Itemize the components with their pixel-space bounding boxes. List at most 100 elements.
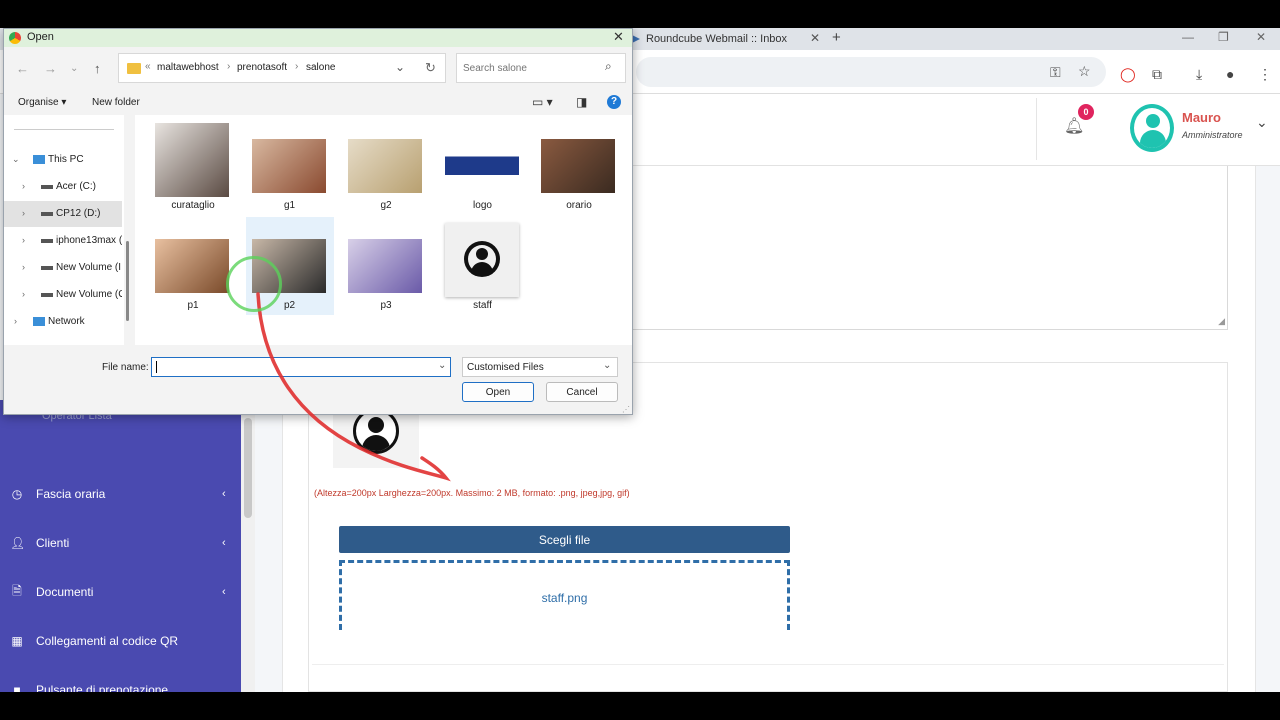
dialog-close-icon[interactable]: ✕ — [613, 29, 624, 45]
file-item-p1[interactable]: p1 — [149, 217, 237, 315]
resize-grip-icon[interactable]: ◢ — [1218, 316, 1225, 327]
view-options-icon[interactable]: ▭ ▾ — [532, 95, 553, 109]
drive-icon — [41, 239, 53, 243]
search-box[interactable]: ⌕ — [456, 53, 626, 83]
nav-item[interactable]: › iphone13max ( — [4, 228, 122, 254]
opera-icon[interactable]: ◯ — [1120, 66, 1136, 83]
menu-dots-icon[interactable]: ⋮ — [1258, 66, 1272, 83]
breadcrumb-salone[interactable]: salone — [306, 62, 335, 73]
password-key-icon[interactable]: ⚿ — [1050, 64, 1061, 81]
back-arrow-icon[interactable]: ← — [16, 61, 29, 76]
file-item-g2[interactable]: g2 — [342, 117, 430, 215]
extensions-icon[interactable]: ⧉ — [1152, 66, 1162, 83]
file-drop-zone[interactable]: staff.png — [339, 560, 790, 630]
chevron-right-icon[interactable]: › — [22, 208, 25, 218]
search-icon[interactable]: ⌕ — [605, 59, 612, 74]
avatar-head — [1146, 114, 1160, 128]
file-name: p1 — [187, 300, 199, 311]
screen: Roundcube Webmail :: Inbox ✕ + — ❐ ✕ ⚿ ☆… — [0, 28, 1280, 692]
file-item-g1[interactable]: g1 — [246, 117, 334, 215]
sidebar-item[interactable]: ■ Pulsante di prenotazione — [0, 670, 241, 692]
file-item-orario[interactable]: orario — [535, 117, 623, 215]
nav-item[interactable]: › CP12 (D:) — [4, 201, 122, 227]
avatar[interactable] — [1130, 104, 1174, 152]
chevron-down-icon[interactable]: ⌄ — [12, 154, 20, 165]
chevron-right-icon[interactable]: › — [14, 316, 17, 326]
selected-file-name: staff.png — [541, 591, 588, 605]
sidebar-item[interactable]: ▦ Collegamenti al codice QR — [0, 621, 241, 661]
recent-chevron-icon[interactable]: ⌄ — [70, 63, 78, 74]
file-item-logo[interactable]: logo — [439, 117, 527, 215]
close-window-icon[interactable]: ✕ — [1256, 30, 1266, 44]
profile-icon[interactable]: ● — [1226, 66, 1234, 82]
sidebar-item[interactable]: ◷ Fascia oraria ‹ — [0, 474, 241, 514]
chevron-down-icon[interactable]: ⌄ — [438, 360, 446, 371]
nav-item[interactable]: › New Volume (G — [4, 282, 122, 308]
staff-avatar-body — [362, 435, 390, 451]
file-name: p3 — [380, 300, 392, 311]
help-icon[interactable]: ? — [607, 95, 621, 109]
close-tab-icon[interactable]: ✕ — [810, 31, 820, 45]
navpane-scrollbar[interactable] — [126, 241, 129, 321]
drive-icon — [41, 185, 53, 189]
browser-tab[interactable]: Roundcube Webmail :: Inbox — [630, 28, 830, 50]
restore-icon[interactable]: ❐ — [1218, 30, 1229, 44]
chevron-left-icon: ‹ — [222, 537, 226, 549]
address-bar[interactable]: ⚿ ☆ — [636, 57, 1106, 87]
file-item-curataglio[interactable]: curataglio — [149, 117, 237, 215]
minimize-icon[interactable]: — — [1182, 30, 1194, 44]
card-divider — [312, 664, 1224, 665]
file-item-staff[interactable]: staff — [439, 217, 527, 315]
description-textarea[interactable]: ◢ — [632, 166, 1228, 330]
chevron-right-icon[interactable]: › — [22, 235, 25, 245]
nav-item[interactable]: ⌄ This PC — [4, 147, 122, 173]
nav-item-label: New Volume (G — [56, 289, 122, 300]
file-thumbnail — [541, 139, 615, 193]
user-name: Mauro — [1182, 110, 1221, 125]
nav-item-label: iphone13max ( — [56, 235, 122, 246]
breadcrumb-maltawebhost[interactable]: maltawebhost — [157, 62, 219, 73]
header-divider — [1036, 98, 1037, 160]
preview-pane-icon[interactable]: ◨ — [576, 95, 587, 109]
bookmark-star-icon[interactable]: ☆ — [1078, 63, 1091, 80]
breadcrumb-overflow[interactable]: « — [145, 61, 151, 72]
document-icon: 🗎 — [12, 583, 22, 598]
forward-arrow-icon[interactable]: → — [44, 61, 57, 76]
file-name-input[interactable]: ⌄ — [151, 357, 451, 377]
path-bar[interactable]: « maltawebhost › prenotasoft › salone ⌄ … — [118, 53, 446, 83]
chevron-right-icon[interactable]: › — [22, 181, 25, 191]
sidebar-item-label: Fascia oraria — [36, 487, 106, 501]
download-icon[interactable]: ⤓ — [1196, 66, 1202, 83]
nav-item[interactable]: › Network — [4, 309, 122, 335]
organise-button[interactable]: Organise ▾ — [18, 97, 66, 108]
cancel-button[interactable]: Cancel — [546, 382, 618, 402]
nav-item-label: Acer (C:) — [56, 181, 96, 192]
new-tab-button[interactable]: + — [832, 29, 841, 46]
chevron-down-icon[interactable]: ⌄ — [1256, 114, 1268, 131]
nav-item[interactable]: › Acer (C:) — [4, 174, 122, 200]
chevron-right-icon[interactable]: › — [22, 289, 25, 299]
path-dropdown-icon[interactable]: ⌄ — [395, 60, 405, 74]
up-arrow-icon[interactable]: ↑ — [94, 61, 101, 76]
file-thumbnail — [444, 123, 519, 197]
choose-file-button[interactable]: Scegli file — [339, 526, 790, 553]
dialog-titlebar[interactable]: Open ✕ — [4, 29, 632, 47]
sidebar-scroll-thumb[interactable] — [244, 418, 252, 518]
sidebar-item[interactable]: 👤︎ Clienti ‹ — [0, 523, 241, 563]
sidebar-item[interactable]: 🗎 Documenti ‹ — [0, 572, 241, 612]
open-button[interactable]: Open — [462, 382, 534, 402]
dialog-title: Open — [27, 31, 54, 43]
tab-title: Roundcube Webmail :: Inbox — [646, 33, 788, 45]
breadcrumb-prenotasoft[interactable]: prenotasoft — [237, 62, 287, 73]
chevron-right-icon[interactable]: › — [22, 262, 25, 272]
file-type-select[interactable]: Customised Files ⌄ — [462, 357, 618, 377]
search-input[interactable] — [463, 60, 593, 76]
file-item-p3[interactable]: p3 — [342, 217, 430, 315]
file-name: g1 — [283, 200, 296, 211]
nav-item[interactable]: › New Volume (I — [4, 255, 122, 281]
file-type-value: Customised Files — [467, 362, 544, 373]
chrome-icon — [9, 32, 21, 44]
dialog-resize-grip-icon[interactable]: ⋰ — [622, 405, 630, 414]
refresh-icon[interactable]: ↻ — [425, 60, 436, 76]
new-folder-button[interactable]: New folder — [92, 97, 140, 108]
